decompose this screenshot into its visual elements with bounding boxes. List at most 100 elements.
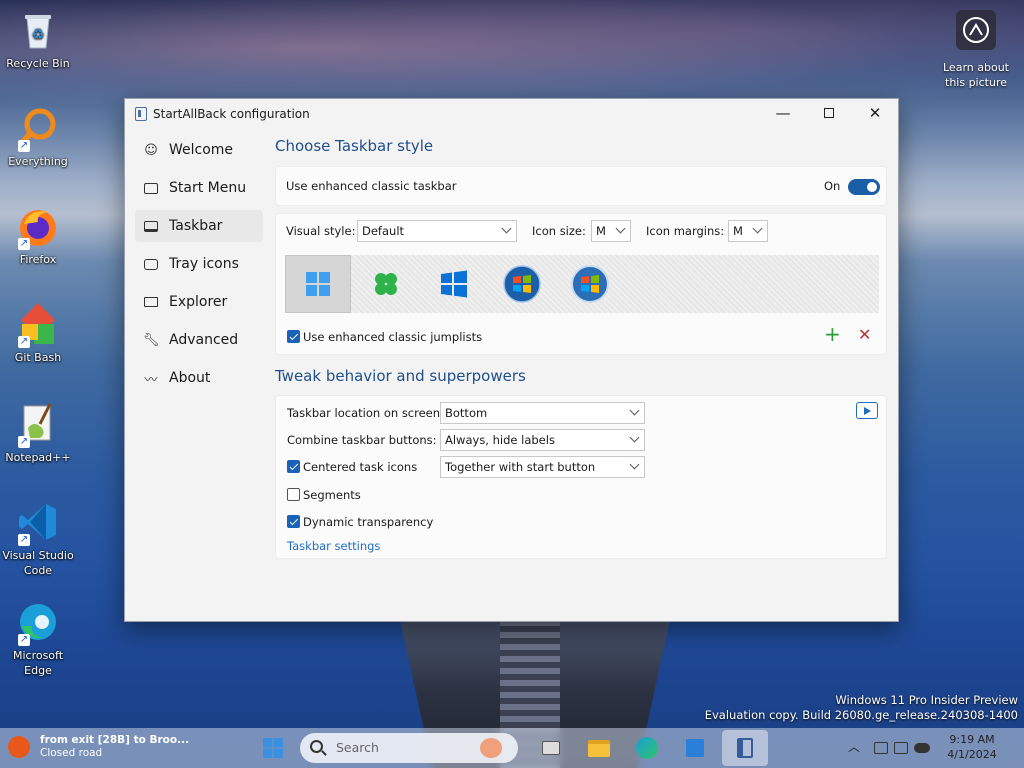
dynamic-transparency-checkbox[interactable]: [287, 515, 300, 528]
icon-margins-label: Icon margins:: [646, 224, 725, 238]
chevron-down-icon: [629, 459, 640, 470]
centered-icons-checkbox[interactable]: [287, 460, 300, 473]
segments-checkbox[interactable]: [287, 488, 300, 501]
shortcut-arrow-icon: ↗: [18, 238, 30, 250]
desktop-icon-label: Git Bash: [14, 351, 62, 364]
start-button[interactable]: [258, 734, 288, 762]
everything-icon: ↗: [16, 106, 60, 152]
jumplists-checkbox[interactable]: [287, 330, 300, 343]
news-title: from exit [28B] to Broo...: [40, 734, 190, 746]
nav-item-explorer[interactable]: Explorer: [135, 286, 263, 318]
show-hidden-icons-button[interactable]: ︿: [848, 738, 860, 755]
chevron-down-icon: [615, 223, 626, 234]
startallback-taskbar-button[interactable]: [722, 730, 768, 766]
taskbar-location-value: Bottom: [445, 406, 488, 420]
clock[interactable]: 9:19 AM 4/1/2024: [944, 732, 1000, 762]
clock-date: 4/1/2024: [947, 748, 997, 761]
recycle-bin-icon: ♻: [16, 8, 60, 52]
smile-icon: ☺: [144, 142, 158, 158]
nav-item-tray-icons[interactable]: Tray icons: [135, 248, 263, 280]
file-explorer-icon: [588, 739, 610, 757]
icon-margins-select[interactable]: M: [728, 220, 768, 242]
maximize-button[interactable]: [806, 99, 852, 127]
combine-buttons-label: Combine taskbar buttons:: [287, 433, 437, 447]
edge-icon: [636, 737, 658, 759]
maximize-icon: [824, 108, 834, 118]
camera-info-icon: [956, 10, 996, 50]
visual-style-label: Visual style:: [286, 224, 356, 238]
enhanced-taskbar-toggle[interactable]: [848, 179, 880, 195]
task-view-button[interactable]: [536, 734, 566, 762]
store-button[interactable]: [680, 734, 710, 762]
desktop-icon-recycle-bin[interactable]: ♻ Recycle Bin: [0, 8, 76, 71]
desktop-icon-git-bash[interactable]: ↗ Git Bash: [0, 302, 76, 365]
chevron-down-icon: [629, 405, 640, 416]
system-tray[interactable]: [874, 738, 934, 758]
combine-buttons-select[interactable]: Always, hide labels: [440, 429, 645, 451]
taskbar-location-select[interactable]: Bottom: [440, 402, 645, 424]
desktop-icon-label: Notepad++: [5, 451, 71, 464]
remove-icon[interactable]: ✕: [858, 326, 871, 344]
style-option-windows7[interactable]: [489, 255, 555, 313]
title-bar[interactable]: StartAllBack configuration — ✕: [125, 99, 898, 129]
desktop-icon-notepad-plus-plus[interactable]: ↗ Notepad++: [0, 402, 76, 465]
close-button[interactable]: ✕: [852, 99, 898, 127]
network-icon: [874, 742, 888, 754]
video-tutorial-button[interactable]: [856, 402, 878, 419]
nav-item-about[interactable]: 〰 About: [135, 362, 263, 394]
tweaks-card: Taskbar location on screen: Bottom Combi…: [275, 395, 887, 559]
edge-taskbar-button[interactable]: [632, 734, 662, 762]
startallback-window: StartAllBack configuration — ✕ ☺ Welcome…: [124, 98, 899, 622]
minimize-button[interactable]: —: [760, 99, 806, 127]
visual-style-select[interactable]: Default: [357, 220, 517, 242]
nav-item-advanced[interactable]: 🔧︎ Advanced: [135, 324, 263, 356]
task-view-icon: [542, 741, 560, 755]
style-option-clover[interactable]: [353, 255, 419, 313]
nav-item-label: Welcome: [169, 142, 234, 158]
taskbar: from exit [28B] to Broo... Closed road S…: [0, 728, 1024, 768]
nav-item-welcome[interactable]: ☺ Welcome: [135, 134, 263, 166]
toggle-state-label: On: [824, 179, 841, 193]
taskbar-settings-link[interactable]: Taskbar settings: [287, 539, 380, 553]
enhanced-taskbar-card: Use enhanced classic taskbar On: [275, 166, 887, 206]
shortcut-arrow-icon: ↗: [18, 534, 30, 546]
nav-item-label: Advanced: [169, 332, 239, 348]
style-option-windows10[interactable]: [421, 255, 487, 313]
nav-item-label: Tray icons: [169, 256, 239, 272]
traffic-warning-icon: [8, 736, 30, 758]
add-icon[interactable]: +: [824, 324, 841, 344]
desktop-icon-label: Everything: [8, 155, 68, 168]
clover-logo-icon: [375, 273, 397, 295]
desktop-icon-vscode[interactable]: ↗ Visual Studio Code: [0, 500, 76, 578]
style-option-windows11[interactable]: [285, 255, 351, 313]
nav-item-label: About: [169, 370, 211, 386]
desktop-icon-firefox[interactable]: ↗ Firefox: [0, 204, 76, 267]
taskbar-style-picker: [285, 255, 879, 313]
desktop-icon-everything[interactable]: ↗ Everything: [0, 106, 76, 169]
taskbar-location-label: Taskbar location on screen:: [287, 406, 444, 420]
watermark-line1: Windows 11 Pro Insider Preview: [835, 693, 1018, 707]
nav-item-taskbar[interactable]: Taskbar: [135, 210, 263, 242]
learn-about-label: Learn about this picture: [943, 61, 1009, 89]
nav-item-label: Explorer: [169, 294, 228, 310]
taskbar-search-box[interactable]: Search: [300, 733, 518, 763]
file-explorer-button[interactable]: [584, 734, 614, 762]
desktop-icon-label: Visual Studio Code: [2, 549, 74, 577]
shortcut-arrow-icon: ↗: [18, 336, 30, 348]
news-widget[interactable]: from exit [28B] to Broo... Closed road: [8, 734, 189, 760]
nav-item-start-menu[interactable]: Start Menu: [135, 172, 263, 204]
nav-item-label: Taskbar: [169, 218, 223, 234]
learn-about-picture[interactable]: Learn about this picture: [938, 10, 1014, 90]
search-placeholder: Search: [336, 740, 379, 755]
icon-size-select[interactable]: M: [591, 220, 631, 242]
sidebar-nav: ☺ Welcome Start Menu Taskbar Tray icons …: [135, 134, 263, 400]
firefox-icon: ↗: [16, 204, 60, 250]
centered-icons-select[interactable]: Together with start button: [440, 456, 645, 478]
store-icon: [686, 739, 704, 757]
folder-icon: [143, 294, 159, 310]
section-title-taskbar-style: Choose Taskbar style: [275, 137, 434, 155]
taskbar-icon: [143, 218, 159, 234]
style-option-vista[interactable]: [557, 255, 623, 313]
signature-icon: 〰: [144, 372, 158, 388]
desktop-icon-edge[interactable]: ↗ Microsoft Edge: [0, 600, 76, 678]
